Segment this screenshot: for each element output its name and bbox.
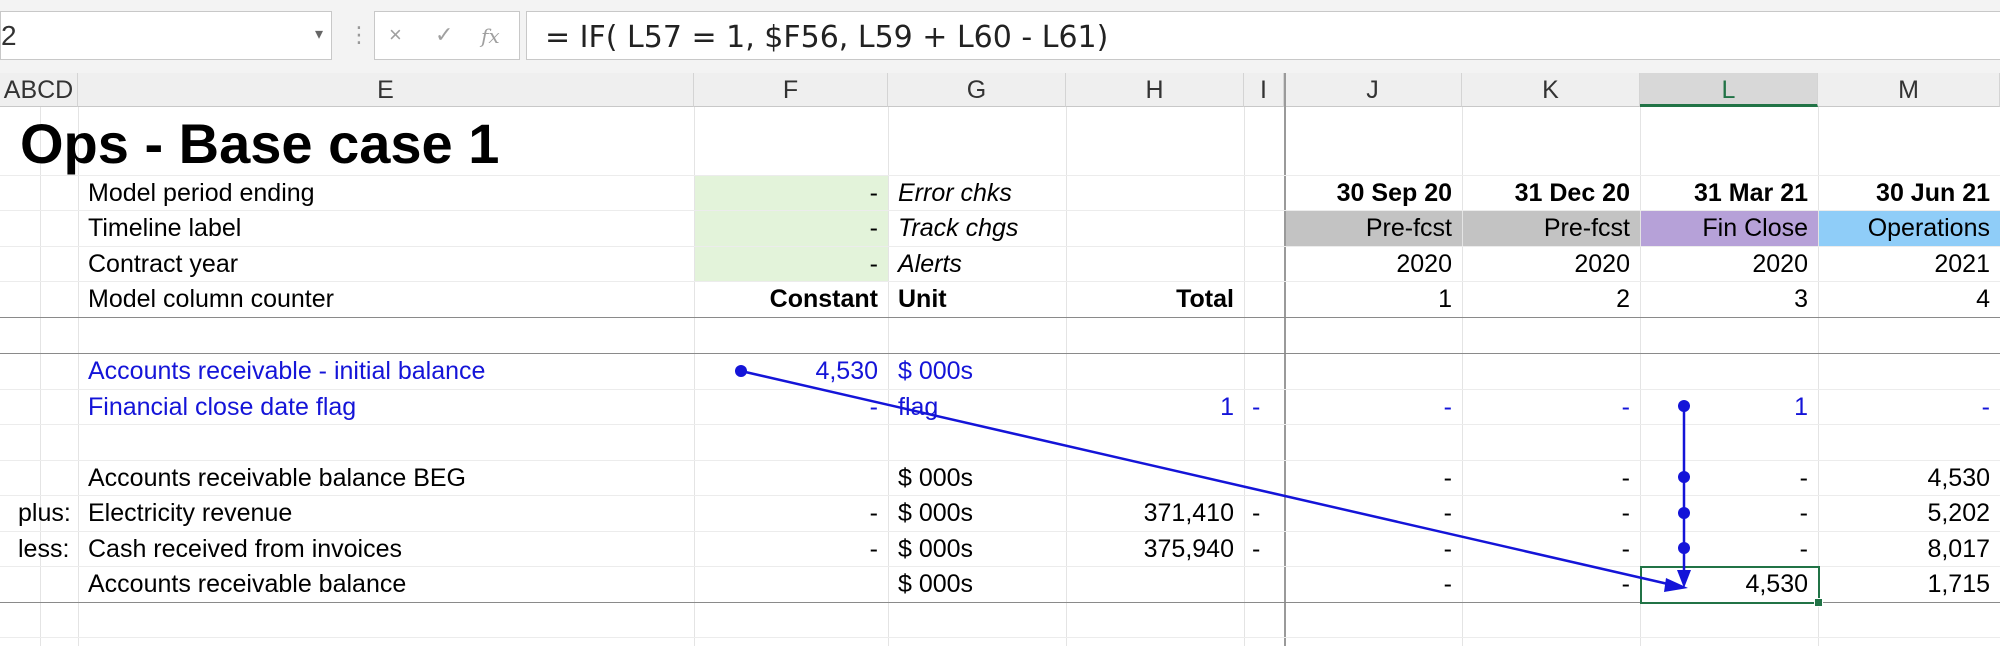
precedent-dot [1678, 400, 1690, 412]
precedent-dot [735, 365, 747, 377]
precedent-dot [1678, 542, 1690, 554]
precedent-dot [1678, 507, 1690, 519]
precedent-arrow-f56 [740, 369, 1669, 586]
precedent-dot [1678, 471, 1690, 483]
trace-precedents-arrows [735, 365, 1691, 592]
